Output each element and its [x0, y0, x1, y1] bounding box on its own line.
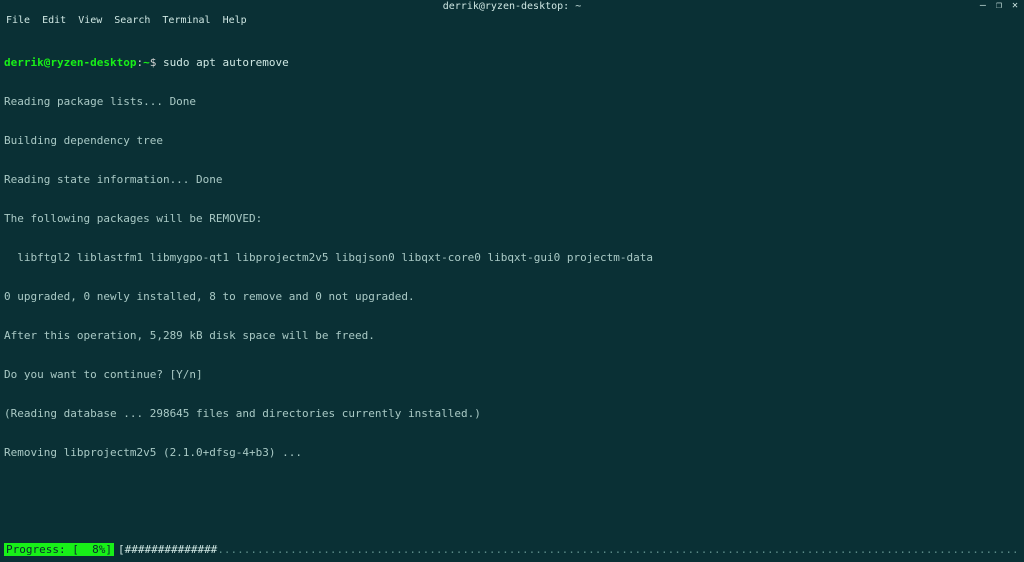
menu-search[interactable]: Search — [114, 15, 150, 26]
progress-label: Progress: [ 8%] — [4, 543, 114, 556]
minimize-button[interactable]: — — [980, 1, 986, 11]
progress-remaining: ........................................… — [217, 543, 1020, 556]
progress-bar-row: Progress: [ 8%] [##############.........… — [4, 543, 1020, 556]
output-line: The following packages will be REMOVED: — [4, 212, 1020, 225]
menu-view[interactable]: View — [78, 15, 102, 26]
terminal-area[interactable]: derrik@ryzen-desktop:~$ sudo apt autorem… — [0, 28, 1024, 562]
prompt-user-host: derrik@ryzen-desktop — [4, 56, 136, 69]
output-line: Reading state information... Done — [4, 173, 1020, 186]
command-text: sudo apt autoremove — [163, 56, 289, 69]
progress-fill: ############## — [125, 543, 218, 556]
progress-open: [ — [118, 543, 125, 556]
prompt-line: derrik@ryzen-desktop:~$ sudo apt autorem… — [4, 56, 1020, 69]
output-line: After this operation, 5,289 kB disk spac… — [4, 329, 1020, 342]
output-line: Removing libprojectm2v5 (2.1.0+dfsg-4+b3… — [4, 446, 1020, 459]
menu-terminal[interactable]: Terminal — [162, 15, 210, 26]
output-packages-line: libftgl2 liblastfm1 libmygpo-qt1 libproj… — [4, 251, 1020, 264]
window-titlebar: derrik@ryzen-desktop: ~ — ❐ ✕ — [0, 0, 1024, 12]
window-controls: — ❐ ✕ — [980, 0, 1018, 12]
output-line: Reading package lists... Done — [4, 95, 1020, 108]
menu-edit[interactable]: Edit — [42, 15, 66, 26]
output-line: (Reading database ... 298645 files and d… — [4, 407, 1020, 420]
prompt-dollar: $ — [150, 56, 163, 69]
output-line: 0 upgraded, 0 newly installed, 8 to remo… — [4, 290, 1020, 303]
prompt-path: ~ — [143, 56, 150, 69]
menu-file[interactable]: File — [6, 15, 30, 26]
terminal-window: derrik@ryzen-desktop: ~ — ❐ ✕ File Edit … — [0, 0, 1024, 562]
menu-help[interactable]: Help — [223, 15, 247, 26]
menubar: File Edit View Search Terminal Help — [0, 12, 1024, 28]
output-line: Do you want to continue? [Y/n] — [4, 368, 1020, 381]
window-title: derrik@ryzen-desktop: ~ — [443, 1, 581, 12]
maximize-button[interactable]: ❐ — [996, 1, 1002, 11]
output-line: Building dependency tree — [4, 134, 1020, 147]
progress-bar: [##############.........................… — [118, 543, 1020, 556]
close-button[interactable]: ✕ — [1012, 1, 1018, 11]
